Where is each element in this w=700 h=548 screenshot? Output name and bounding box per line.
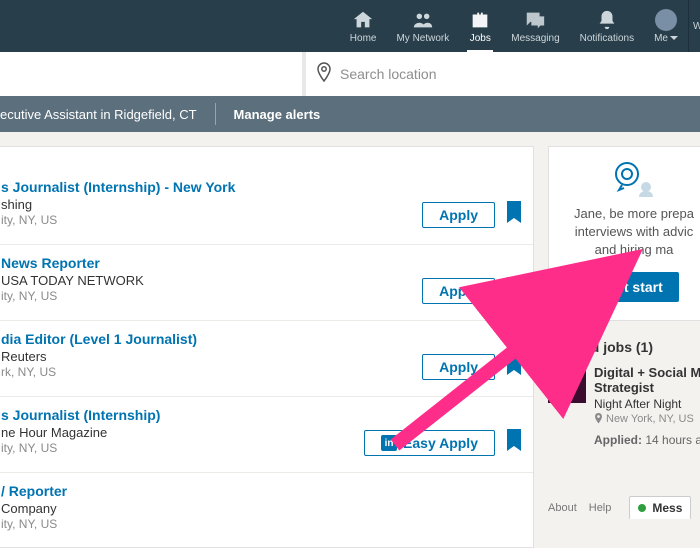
avatar-icon bbox=[655, 9, 677, 31]
nav-home-label: Home bbox=[350, 33, 377, 44]
company-logo: nightafternight bbox=[548, 365, 586, 403]
applied-jobs-heading[interactable]: Applied jobs (1) bbox=[548, 339, 700, 355]
search-location-input[interactable] bbox=[340, 66, 700, 82]
job-location: ity, NY, US bbox=[1, 213, 422, 227]
messaging-icon bbox=[524, 9, 546, 31]
messaging-tab-label: Mess bbox=[652, 501, 682, 515]
nav-notifications-label: Notifications bbox=[580, 33, 634, 44]
bookmark-icon[interactable] bbox=[505, 429, 523, 456]
job-location: ity, NY, US bbox=[1, 289, 422, 303]
nav-work-cut[interactable]: W bbox=[688, 0, 696, 52]
search-row bbox=[0, 52, 700, 96]
job-row[interactable]: s Journalist (Internship) ne Hour Magazi… bbox=[0, 397, 533, 473]
interview-prep-icon bbox=[549, 161, 700, 197]
apply-button[interactable]: Apply bbox=[422, 354, 495, 380]
job-title[interactable]: s Journalist (Internship) bbox=[1, 407, 364, 423]
applied-jobs-section: Applied jobs (1) nightafternight Digital… bbox=[548, 339, 700, 447]
jobs-icon bbox=[469, 9, 491, 31]
bookmark-icon[interactable] bbox=[505, 353, 523, 380]
apply-button[interactable]: Apply bbox=[422, 202, 495, 228]
job-row[interactable]: s Journalist (Internship) - New York shi… bbox=[0, 169, 533, 245]
job-title[interactable]: dia Editor (Level 1 Journalist) bbox=[1, 331, 422, 347]
bell-icon bbox=[596, 9, 618, 31]
job-location: ity, NY, US bbox=[1, 441, 364, 455]
get-started-button[interactable]: Get start bbox=[589, 272, 679, 302]
presence-dot-icon bbox=[638, 504, 646, 512]
job-title[interactable]: News Reporter bbox=[1, 255, 422, 271]
manage-alerts-link[interactable]: Manage alerts bbox=[216, 107, 321, 122]
apply-button[interactable]: Apply bbox=[422, 278, 495, 304]
linkedin-badge-icon: in bbox=[381, 435, 397, 451]
job-actions: inEasy Apply bbox=[364, 429, 523, 456]
job-company: Reuters bbox=[1, 349, 422, 364]
job-location: rk, NY, US bbox=[1, 365, 422, 379]
nav-notifications[interactable]: Notifications bbox=[570, 0, 644, 52]
nav-me-label: Me bbox=[654, 33, 678, 44]
location-pin-icon bbox=[316, 62, 332, 87]
job-info: News Reporter USA TODAY NETWORK ity, NY,… bbox=[1, 255, 422, 303]
nav-network[interactable]: My Network bbox=[386, 0, 459, 52]
job-actions: Apply bbox=[422, 277, 523, 304]
alert-recent[interactable]: ecutive Assistant in Ridgefield, CT bbox=[0, 103, 216, 125]
job-info: s Journalist (Internship) ne Hour Magazi… bbox=[1, 407, 364, 455]
job-info: dia Editor (Level 1 Journalist) Reuters … bbox=[1, 331, 422, 379]
network-icon bbox=[412, 9, 434, 31]
applied-location: New York, NY, US bbox=[594, 413, 700, 425]
home-icon bbox=[352, 9, 374, 31]
bookmark-icon[interactable] bbox=[505, 277, 523, 304]
footer: About Help Mess bbox=[548, 490, 700, 525]
nav-jobs[interactable]: Jobs bbox=[459, 0, 501, 52]
main: s Journalist (Internship) - New York shi… bbox=[0, 132, 700, 548]
job-company: Company bbox=[1, 501, 523, 516]
job-row[interactable]: News Reporter USA TODAY NETWORK ity, NY,… bbox=[0, 245, 533, 321]
search-location-wrap[interactable] bbox=[306, 52, 700, 96]
location-pin-icon bbox=[594, 413, 603, 424]
job-title[interactable]: / Reporter bbox=[1, 483, 523, 499]
search-keywords[interactable] bbox=[0, 52, 306, 96]
applied-role: Digital + Social MStrategist bbox=[594, 365, 700, 396]
job-info: / Reporter Company ity, NY, US bbox=[1, 483, 523, 531]
job-location: ity, NY, US bbox=[1, 517, 523, 531]
job-actions: Apply bbox=[422, 353, 523, 380]
job-company: ne Hour Magazine bbox=[1, 425, 364, 440]
nav-home[interactable]: Home bbox=[340, 0, 387, 52]
applied-job-card[interactable]: nightafternight Digital + Social MStrate… bbox=[548, 365, 700, 447]
chevron-down-icon bbox=[670, 36, 678, 40]
footer-links: About Help bbox=[548, 502, 611, 514]
applied-info: Digital + Social MStrategist Night After… bbox=[594, 365, 700, 447]
alerts-bar: ecutive Assistant in Ridgefield, CT Mana… bbox=[0, 96, 700, 132]
job-company: USA TODAY NETWORK bbox=[1, 273, 422, 288]
messaging-tab[interactable]: Mess bbox=[629, 496, 691, 519]
nav-network-label: My Network bbox=[396, 33, 449, 44]
easy-apply-button[interactable]: inEasy Apply bbox=[364, 430, 495, 456]
jobs-column: s Journalist (Internship) - New York shi… bbox=[0, 146, 534, 548]
nav-items: Home My Network Jobs Messaging Notificat… bbox=[340, 0, 696, 52]
bookmark-icon[interactable] bbox=[505, 201, 523, 228]
job-company: shing bbox=[1, 197, 422, 212]
job-title[interactable]: s Journalist (Internship) - New York bbox=[1, 179, 422, 195]
job-row[interactable]: dia Editor (Level 1 Journalist) Reuters … bbox=[0, 321, 533, 397]
right-rail: Jane, be more prepa interviews with advi… bbox=[534, 146, 700, 548]
job-info: s Journalist (Internship) - New York shi… bbox=[1, 179, 422, 227]
job-row[interactable]: / Reporter Company ity, NY, US bbox=[0, 473, 533, 547]
top-nav: Home My Network Jobs Messaging Notificat… bbox=[0, 0, 700, 52]
nav-messaging[interactable]: Messaging bbox=[501, 0, 569, 52]
jobs-card: s Journalist (Internship) - New York shi… bbox=[0, 146, 534, 548]
promo-text: Jane, be more prepa interviews with advi… bbox=[549, 205, 700, 260]
job-actions: Apply bbox=[422, 201, 523, 228]
applied-company: Night After Night bbox=[594, 397, 700, 411]
footer-about-link[interactable]: About bbox=[548, 502, 577, 514]
promo-card: Jane, be more prepa interviews with advi… bbox=[548, 146, 700, 321]
nav-me[interactable]: Me bbox=[644, 0, 688, 52]
applied-timestamp: Applied: 14 hours ag bbox=[594, 433, 700, 447]
nav-messaging-label: Messaging bbox=[511, 33, 559, 44]
nav-jobs-label: Jobs bbox=[470, 33, 491, 44]
footer-help-link[interactable]: Help bbox=[589, 502, 612, 514]
